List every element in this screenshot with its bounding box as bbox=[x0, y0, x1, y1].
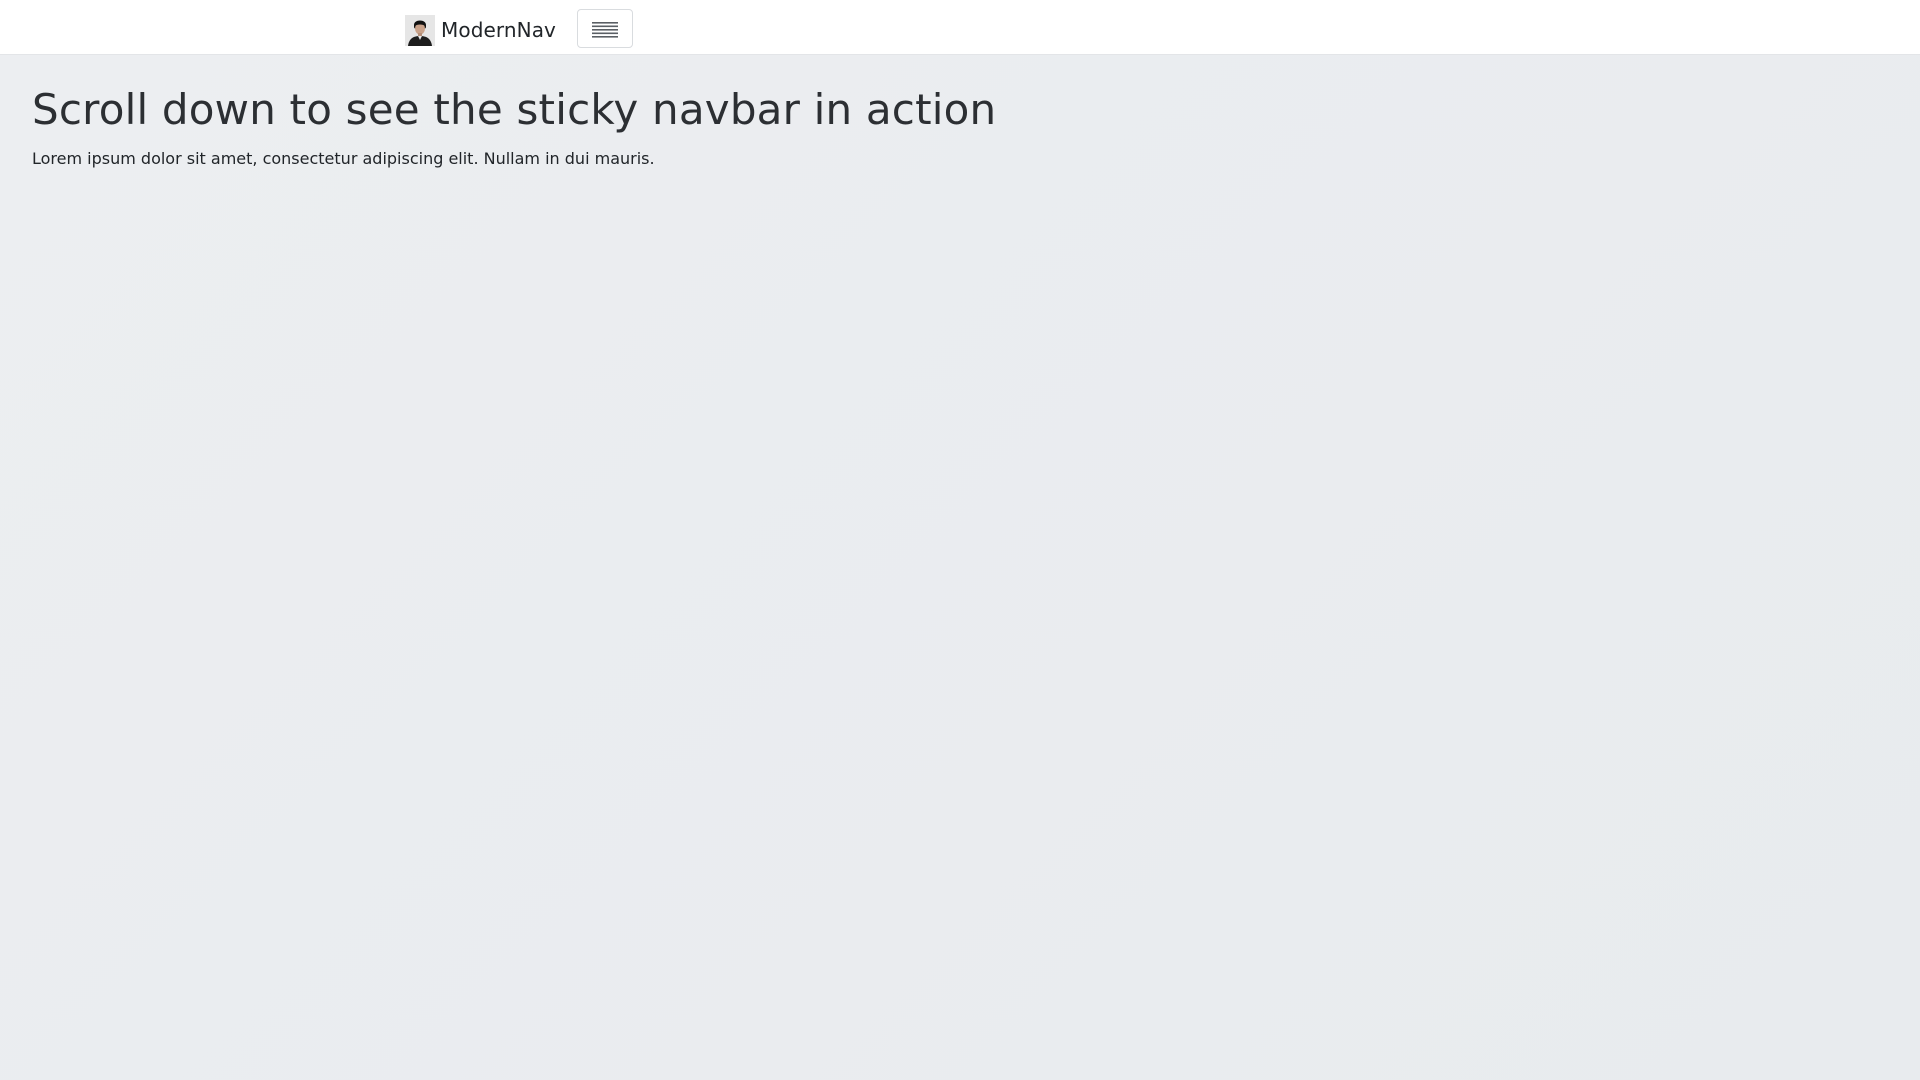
navbar-toggler-button[interactable] bbox=[577, 9, 633, 48]
page-heading: Scroll down to see the sticky navbar in … bbox=[32, 85, 997, 134]
navbar-brand-link[interactable]: ModernNav bbox=[405, 14, 556, 46]
hamburger-menu-icon bbox=[592, 21, 618, 38]
main-content: Scroll down to see the sticky navbar in … bbox=[32, 80, 996, 170]
lead-paragraph: Lorem ipsum dolor sit amet, consectetur … bbox=[32, 149, 655, 168]
navbar: ModernNav bbox=[0, 0, 1920, 55]
brand-name: ModernNav bbox=[441, 18, 556, 42]
avatar-logo-icon bbox=[405, 14, 435, 46]
